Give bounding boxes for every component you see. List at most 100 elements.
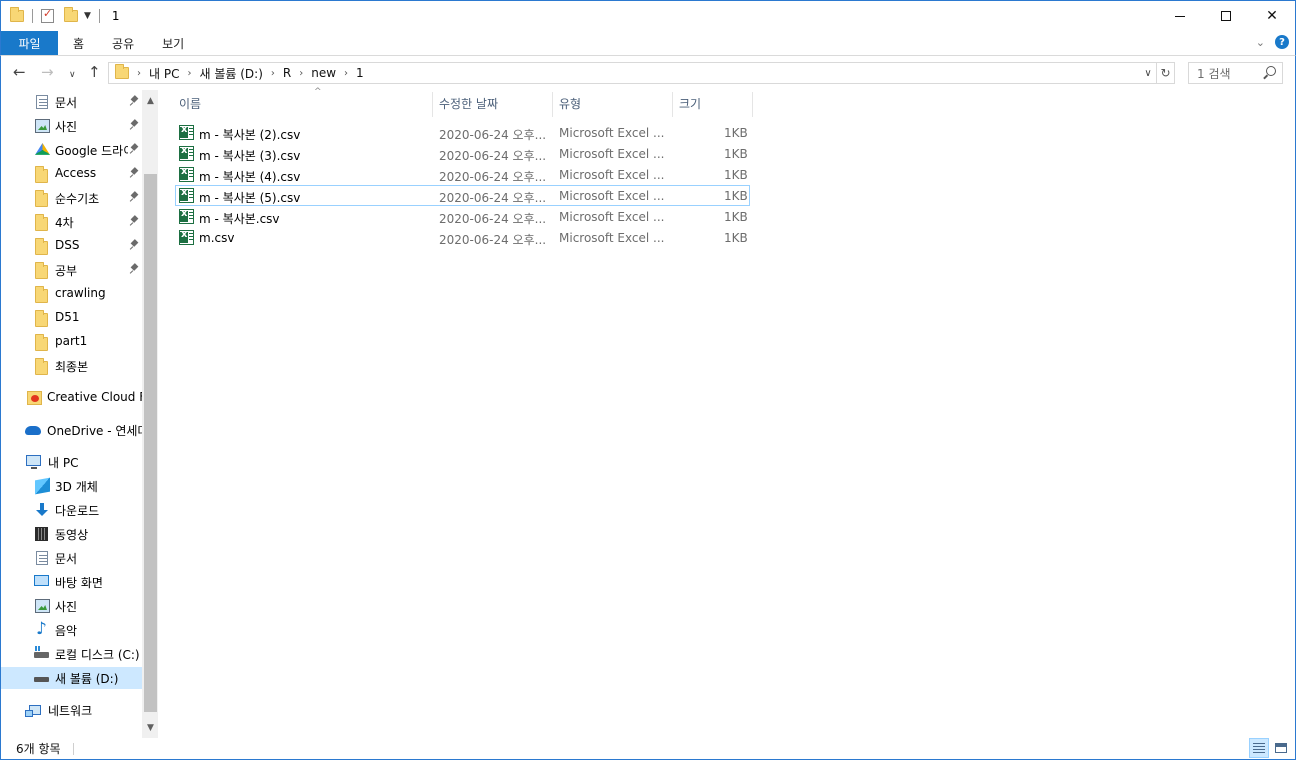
refresh-button[interactable]: ↻ bbox=[1157, 62, 1175, 84]
folder-icon bbox=[35, 214, 48, 231]
nav-pane-scrollbar[interactable]: ▲ ▼ bbox=[142, 90, 159, 738]
column-header-size[interactable]: 크기 bbox=[673, 90, 753, 117]
navigation-pane: 문서 사진 Google 드라이브 Access 순수기초 4차 DSS 공부 bbox=[0, 90, 159, 738]
nav-item-label: 네트워크 bbox=[48, 704, 93, 718]
column-header-name[interactable]: 이름 ^ bbox=[175, 87, 433, 117]
recent-locations-chevron-icon[interactable]: ∨ bbox=[69, 67, 76, 83]
new-folder-icon[interactable] bbox=[64, 7, 78, 22]
nav-item-label: Creative Cloud Files bbox=[47, 390, 142, 404]
nav-item-gongbu[interactable]: 공부 bbox=[1, 259, 142, 281]
breadcrumb-this-pc[interactable]: 내 PC bbox=[149, 65, 179, 82]
file-row[interactable]: m - 복사본 (2).csv 2020-06-24 오후... Microso… bbox=[175, 122, 750, 143]
nav-item-label: Google 드라이브 bbox=[55, 144, 128, 158]
window-title: 1 bbox=[111, 9, 120, 23]
nav-item-desktop[interactable]: 바탕 화면 bbox=[1, 571, 142, 593]
nav-item-label: 사진 bbox=[55, 600, 78, 614]
nav-item-label: 로컬 디스크 (C:) bbox=[55, 648, 140, 662]
scroll-up-arrow-icon[interactable]: ▲ bbox=[142, 92, 159, 109]
file-size: 1KB bbox=[724, 210, 748, 224]
nav-item-videos[interactable]: 동영상 bbox=[1, 523, 142, 545]
nav-item-final[interactable]: 최종본 bbox=[1, 355, 142, 377]
column-header-modified[interactable]: 수정한 날짜 bbox=[433, 90, 553, 117]
breadcrumb-volume-d[interactable]: 새 볼륨 (D:) bbox=[199, 65, 262, 82]
nav-item-volume-d[interactable]: 새 볼륨 (D:) bbox=[1, 667, 142, 689]
help-icon[interactable]: ? bbox=[1275, 35, 1289, 49]
address-history-dropdown-icon[interactable]: ∨ bbox=[1140, 63, 1156, 83]
large-icons-view-button[interactable] bbox=[1271, 738, 1291, 758]
search-placeholder: 1 검색 bbox=[1197, 66, 1231, 81]
details-view-button[interactable] bbox=[1249, 738, 1269, 758]
excel-file-icon bbox=[179, 187, 194, 203]
breadcrumb-r[interactable]: R bbox=[283, 66, 291, 80]
tab-view[interactable]: 보기 bbox=[148, 31, 198, 55]
nav-item-dss[interactable]: DSS bbox=[1, 235, 142, 257]
excel-file-icon bbox=[179, 208, 194, 224]
file-row[interactable]: m - 복사본 (4).csv 2020-06-24 오후... Microso… bbox=[175, 164, 750, 185]
breadcrumb-separator[interactable]: › bbox=[137, 68, 141, 79]
tab-home[interactable]: 홈 bbox=[58, 31, 98, 55]
nav-item-sunsugicho[interactable]: 순수기초 bbox=[1, 187, 142, 209]
computer-icon bbox=[26, 455, 41, 469]
nav-item-pictures[interactable]: 사진 bbox=[1, 115, 142, 137]
pin-icon bbox=[130, 239, 139, 251]
nav-item-crawling[interactable]: crawling bbox=[1, 283, 142, 305]
item-count: 6개 항목 bbox=[16, 742, 61, 756]
up-arrow-icon[interactable]: ↑ bbox=[88, 64, 101, 80]
customize-toolbar-dropdown[interactable]: ▼ bbox=[84, 11, 91, 21]
column-divider[interactable] bbox=[752, 92, 753, 117]
nav-item-network[interactable]: 네트워크 bbox=[1, 699, 142, 721]
tab-share[interactable]: 공유 bbox=[98, 31, 148, 55]
file-size: 1KB bbox=[724, 231, 748, 245]
minimize-button[interactable] bbox=[1157, 1, 1203, 31]
column-header-label: 수정한 날짜 bbox=[439, 97, 499, 111]
nav-item-label: crawling bbox=[55, 286, 106, 300]
nav-item-local-disk-c[interactable]: 로컬 디스크 (C:) bbox=[1, 643, 142, 665]
scrollbar-thumb[interactable] bbox=[144, 174, 157, 712]
close-button[interactable]: ✕ bbox=[1249, 1, 1295, 31]
column-header-type[interactable]: 유형 bbox=[553, 90, 673, 117]
nav-item-music[interactable]: 음악 bbox=[1, 619, 142, 641]
folder-icon bbox=[35, 190, 48, 207]
breadcrumb-separator[interactable]: › bbox=[187, 68, 191, 79]
nav-item-d51[interactable]: D51 bbox=[1, 307, 142, 329]
3d-objects-icon bbox=[35, 477, 50, 495]
file-row[interactable]: m - 복사본.csv 2020-06-24 오후... Microsoft E… bbox=[175, 206, 750, 227]
breadcrumb-separator[interactable]: › bbox=[299, 68, 303, 79]
file-size: 1KB bbox=[724, 168, 748, 182]
file-row[interactable]: m - 복사본 (3).csv 2020-06-24 오후... Microso… bbox=[175, 143, 750, 164]
file-modified: 2020-06-24 오후... bbox=[439, 191, 547, 205]
nav-item-google-drive[interactable]: Google 드라이브 bbox=[1, 139, 142, 161]
nav-item-onedrive[interactable]: OneDrive - 연세대학교 bbox=[1, 419, 142, 441]
expand-ribbon-chevron-icon[interactable]: ⌄ bbox=[1256, 36, 1265, 49]
tab-file[interactable]: 파일 bbox=[1, 31, 58, 55]
breadcrumb-1[interactable]: 1 bbox=[356, 66, 364, 80]
nav-item-label: 음악 bbox=[55, 624, 78, 638]
file-name: m - 복사본 (3).csv bbox=[199, 149, 301, 163]
breadcrumb-separator[interactable]: › bbox=[344, 68, 348, 79]
back-arrow-icon[interactable]: ← bbox=[13, 64, 26, 80]
ribbon-tabs: 파일 홈 공유 보기 ⌄ ? bbox=[0, 31, 1296, 56]
search-input[interactable]: 1 검색 bbox=[1188, 62, 1283, 84]
breadcrumb-separator[interactable]: › bbox=[271, 68, 275, 79]
folder-icon bbox=[35, 286, 48, 303]
forward-arrow-icon[interactable]: → bbox=[41, 64, 54, 80]
nav-item-4cha[interactable]: 4차 bbox=[1, 211, 142, 233]
file-row[interactable]: m.csv 2020-06-24 오후... Microsoft Excel .… bbox=[175, 227, 750, 248]
address-bar[interactable]: › 내 PC › 새 볼륨 (D:) › R › new › 1 ∨ bbox=[108, 62, 1157, 84]
pin-icon bbox=[130, 119, 139, 131]
breadcrumb-new[interactable]: new bbox=[311, 66, 336, 80]
nav-item-access[interactable]: Access bbox=[1, 163, 142, 185]
nav-item-creative-cloud[interactable]: Creative Cloud Files bbox=[1, 387, 142, 409]
nav-item-part1[interactable]: part1 bbox=[1, 331, 142, 353]
nav-item-this-pc[interactable]: 내 PC bbox=[1, 451, 142, 473]
nav-item-downloads[interactable]: 다운로드 bbox=[1, 499, 142, 521]
maximize-button[interactable] bbox=[1203, 1, 1249, 31]
file-modified: 2020-06-24 오후... bbox=[439, 128, 547, 142]
nav-item-3d-objects[interactable]: 3D 개체 bbox=[1, 475, 142, 497]
nav-item-pc-pictures[interactable]: 사진 bbox=[1, 595, 142, 617]
scroll-down-arrow-icon[interactable]: ▼ bbox=[142, 719, 159, 736]
nav-item-pc-documents[interactable]: 문서 bbox=[1, 547, 142, 569]
properties-icon[interactable] bbox=[41, 7, 54, 23]
file-row-focused[interactable]: m - 복사본 (5).csv 2020-06-24 오후... Microso… bbox=[175, 185, 750, 206]
nav-item-documents[interactable]: 문서 bbox=[1, 91, 142, 113]
